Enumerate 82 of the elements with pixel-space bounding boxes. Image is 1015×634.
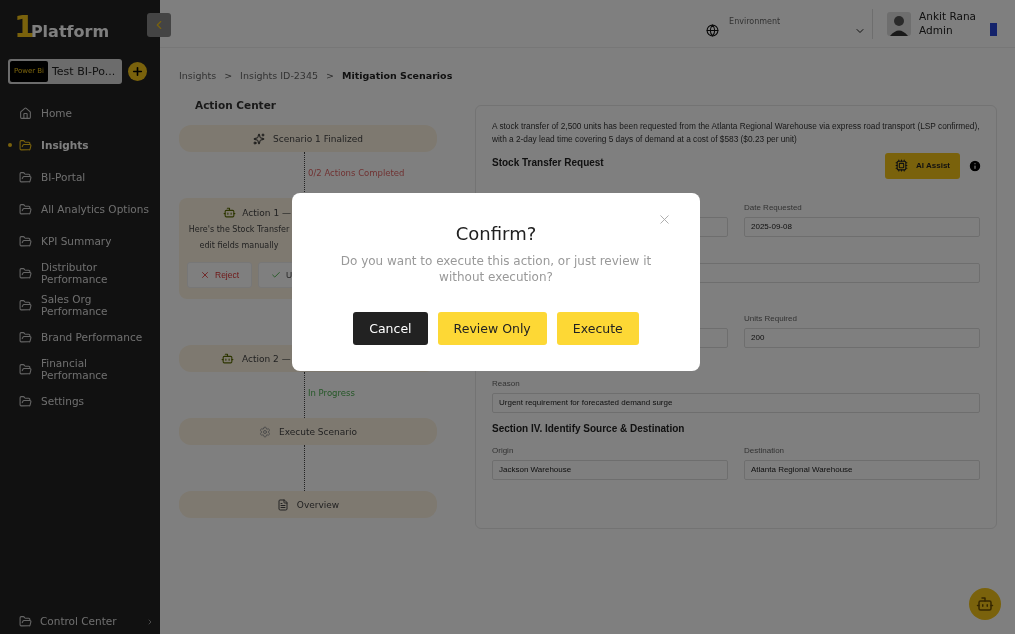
breadcrumb[interactable]: Insights: [179, 70, 217, 81]
chip-icon: [895, 159, 909, 173]
robot-icon: [221, 352, 234, 365]
avatar-icon: [887, 11, 912, 36]
breadcrumb[interactable]: Insights ID-2345: [240, 70, 318, 81]
sidebar-item[interactable]: Insights: [0, 132, 160, 158]
folder-icon: [19, 298, 32, 312]
sidebar-item[interactable]: KPI Summary: [0, 228, 160, 254]
indicator-mark: [990, 23, 997, 36]
input-field[interactable]: Atlanta Regional Warehouse: [744, 459, 980, 480]
document-icon: [276, 498, 289, 511]
sidebar-item[interactable]: Financial Performance: [0, 356, 160, 382]
sidebar-item[interactable]: Distributor Performance: [0, 260, 160, 286]
breadcrumb[interactable]: Mitigation Scenarios: [341, 70, 453, 81]
sidebar-item[interactable]: BI-Portal: [0, 164, 160, 190]
ai-assist-button[interactable]: AI Assist: [885, 152, 960, 179]
reject-button[interactable]: Reject: [187, 261, 253, 288]
action-description: Here's the Stock Transfer: [188, 225, 290, 236]
check-icon: [271, 269, 282, 280]
step-label: Execute Scenario: [279, 426, 357, 437]
dialog-title: Confirm?: [455, 223, 537, 244]
dialog-message: Do you want to execute this action, or just review it without execution?: [339, 254, 653, 286]
panel-title: Stock Transfer Request: [492, 156, 604, 168]
section-title: Action Center: [195, 99, 277, 111]
step-card[interactable]: Execute Scenario: [179, 418, 437, 445]
close-icon: [200, 269, 210, 280]
dialog-button[interactable]: Cancel: [353, 312, 428, 346]
status-label: 0/2 Actions Completed: [308, 168, 405, 178]
field-label: Date Requested: [744, 202, 803, 213]
environment-select[interactable]: Environment: [706, 8, 867, 39]
folder-icon: [19, 234, 32, 248]
action-title: Action 1 —: [242, 207, 291, 218]
sparkle-icon: [253, 132, 266, 145]
folder-icon: [19, 138, 32, 152]
sidebar-item[interactable]: Home: [0, 100, 160, 126]
folder-icon: [19, 266, 32, 280]
breadcrumb-separator: >: [326, 70, 334, 81]
sidebar-item[interactable]: Brand Performance: [0, 324, 160, 350]
breadcrumb-separator: >: [224, 70, 233, 81]
folder-icon: [19, 202, 32, 216]
caret-icon: [146, 617, 154, 626]
field-label: Origin: [492, 445, 515, 456]
folder-icon: [19, 170, 32, 184]
folder-icon: [19, 330, 32, 344]
folder-icon: [19, 615, 32, 628]
user-name: Ankit Rana: [919, 10, 976, 24]
robot-icon: [223, 206, 237, 219]
sidebar-item[interactable]: All Analytics Options: [0, 196, 160, 222]
action-description: edit fields manually: [199, 241, 279, 252]
summary-text: A stock transfer of 2,500 units has been requested from the Atlanta Regional Warehouse via express road transport (LSP confirmed), with a 2-day lead time covering 5 days of demand at a cost of $583 ($0.23 per unit): [492, 120, 980, 147]
active-dot: [8, 143, 12, 147]
sidebar-item[interactable]: Sales Org Performance: [0, 292, 160, 318]
dialog-button[interactable]: Execute: [556, 312, 639, 346]
add-button[interactable]: [128, 62, 147, 81]
field-label: Units Required: [744, 313, 798, 324]
robot-icon: [976, 595, 994, 613]
folder-icon: [19, 362, 32, 376]
step-card[interactable]: Scenario 1 Finalized: [179, 125, 437, 152]
input-field[interactable]: 200: [744, 327, 980, 348]
globe-icon: [706, 23, 720, 37]
info-icon[interactable]: [968, 158, 982, 173]
input-field[interactable]: Urgent requirement for forecasted demand surge: [492, 392, 980, 413]
step-label: Action 2 —: [242, 353, 291, 364]
field-label: Destination: [744, 445, 786, 456]
input-field[interactable]: Jackson Warehouse: [492, 459, 728, 480]
sidebar-item[interactable]: Control Center: [0, 615, 160, 628]
step-card[interactable]: Overview: [179, 491, 437, 518]
close-button[interactable]: [657, 212, 672, 227]
step-label: Overview: [296, 499, 340, 510]
input-field[interactable]: 2025-09-08: [744, 216, 980, 237]
close-icon: [657, 212, 672, 227]
gear-icon: [259, 425, 271, 438]
user-role: Admin: [919, 23, 954, 37]
home-icon: [19, 106, 32, 120]
dialog-button[interactable]: Review Only: [437, 312, 547, 346]
folder-icon: [19, 394, 32, 408]
section-heading: Section IV. Identify Source & Destination: [492, 422, 686, 434]
sidebar-item[interactable]: Settings: [0, 388, 160, 414]
plus-icon: [131, 65, 144, 78]
step-label: Scenario 1 Finalized: [273, 133, 363, 144]
status-label: In Progress: [308, 388, 355, 398]
field-label: Reason: [492, 378, 521, 389]
